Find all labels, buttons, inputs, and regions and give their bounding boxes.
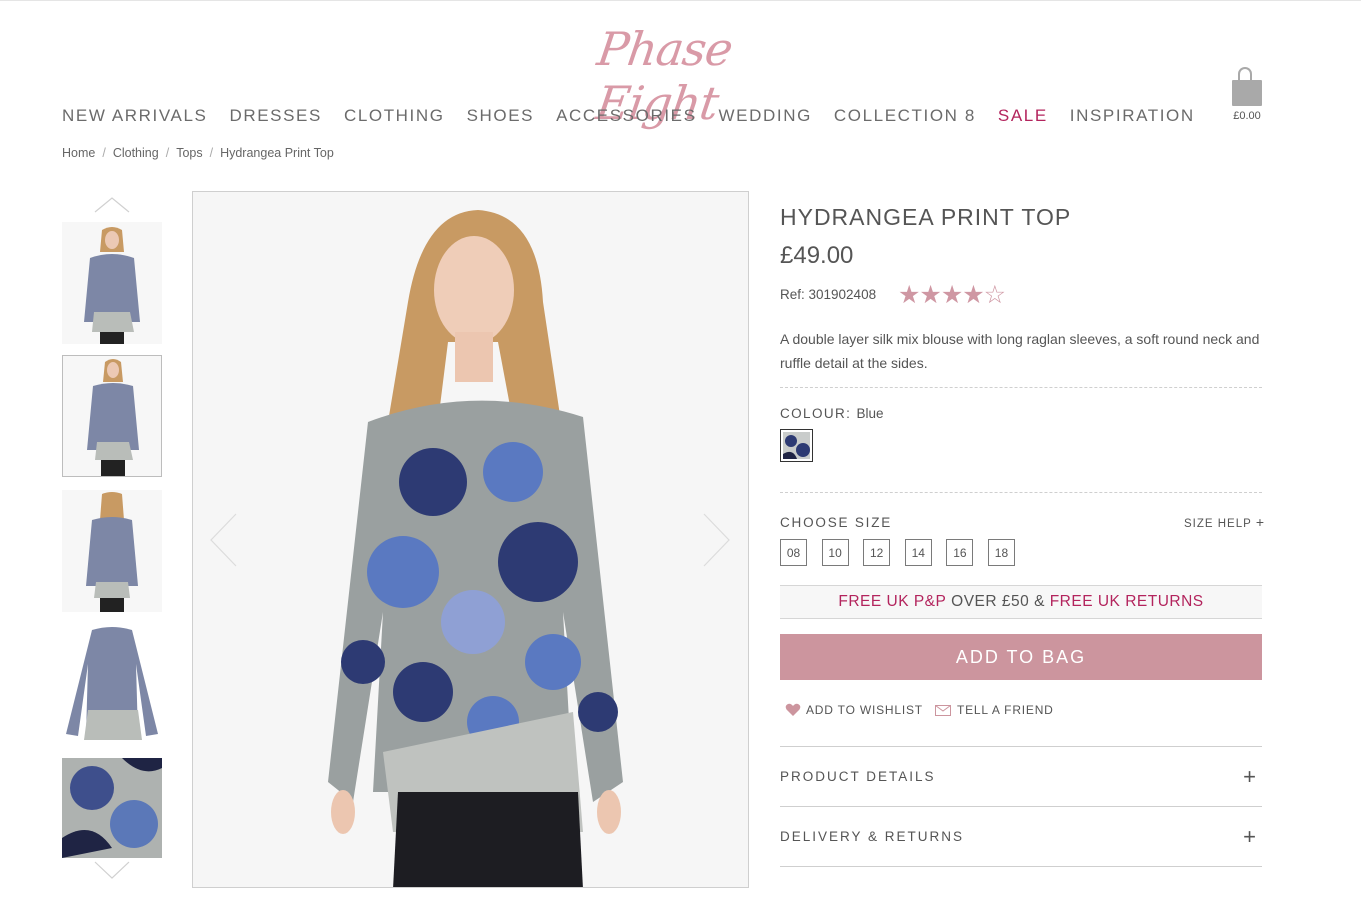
divider	[780, 492, 1262, 493]
nav-new-arrivals[interactable]: NEW ARRIVALS	[62, 106, 207, 126]
add-to-bag-button[interactable]: ADD TO BAG	[780, 634, 1262, 680]
colour-value: Blue	[856, 406, 884, 421]
size-help-label: SIZE HELP	[1184, 518, 1252, 530]
product-ref: Ref: 301902408	[780, 287, 877, 302]
nav-shoes[interactable]: SHOES	[467, 106, 535, 126]
product-description: A double layer silk mix blouse with long…	[780, 331, 1260, 371]
thumbnail-detail[interactable]	[62, 758, 162, 858]
thumbnail-image	[63, 356, 161, 476]
thumbnail-image	[62, 758, 162, 858]
tell-a-friend-label: TELL A FRIEND	[957, 703, 1054, 717]
accordion-label: DELIVERY & RETURNS	[780, 829, 965, 844]
accordion-delivery-returns[interactable]: DELIVERY & RETURNS +	[780, 806, 1262, 866]
breadcrumb-home[interactable]: Home	[62, 146, 95, 160]
thumbnail-flat[interactable]	[62, 624, 162, 746]
breadcrumb-clothing[interactable]: Clothing	[113, 146, 159, 160]
divider	[780, 866, 1262, 867]
promo-over: OVER £50 &	[946, 593, 1050, 610]
rating-stars[interactable]: ★★★★☆	[898, 280, 1006, 310]
thumbnail-front-full[interactable]	[62, 355, 162, 477]
size-option[interactable]: 08	[780, 539, 807, 566]
colour-label-row: COLOUR: Blue	[780, 406, 884, 421]
envelope-icon	[935, 704, 951, 716]
plus-icon: +	[1243, 823, 1256, 849]
nav-accessories[interactable]: ACCESSORIES	[556, 106, 696, 126]
product-title: HYDRANGEA PRINT TOP	[780, 204, 1072, 230]
thumbnail-front[interactable]	[62, 222, 162, 344]
chevron-up-icon[interactable]	[93, 196, 131, 214]
tell-a-friend-link[interactable]: TELL A FRIEND	[935, 703, 1054, 717]
nav-dresses[interactable]: DRESSES	[229, 106, 321, 126]
plus-icon: +	[1243, 763, 1256, 789]
promo-free-pp: FREE UK P&P	[838, 593, 947, 610]
main-product-image[interactable]	[192, 191, 749, 888]
nav-inspiration[interactable]: INSPIRATION	[1070, 106, 1195, 126]
breadcrumb-current: Hydrangea Print Top	[220, 146, 334, 160]
breadcrumb: Home / Clothing / Tops / Hydrangea Print…	[62, 146, 334, 160]
wishlist-label: ADD TO WISHLIST	[806, 703, 923, 717]
brand-logo[interactable]: Phase Eight	[530, 16, 792, 130]
shopping-bag[interactable]: £0.00	[1230, 67, 1264, 122]
chevron-down-icon[interactable]	[93, 860, 131, 880]
delivery-promo-banner: FREE UK P&P OVER £50 & FREE UK RETURNS	[780, 585, 1262, 619]
shopping-bag-icon	[1232, 67, 1262, 106]
thumbnail-image	[62, 490, 162, 612]
thumbnail-back[interactable]	[62, 490, 162, 612]
thumbnail-image	[62, 624, 162, 746]
heart-icon	[785, 703, 801, 716]
product-photo	[193, 192, 748, 887]
size-option[interactable]: 14	[904, 539, 932, 566]
colour-swatch-blue[interactable]	[780, 429, 813, 462]
swatch-pattern	[783, 432, 810, 459]
product-price: £49.00	[780, 242, 854, 269]
thumbnail-image	[62, 222, 162, 344]
top-border	[0, 0, 1361, 1]
size-option[interactable]: 12	[863, 539, 891, 566]
size-option[interactable]: 10	[821, 539, 849, 566]
size-help-link[interactable]: SIZE HELP +	[1184, 514, 1265, 530]
promo-free-returns: FREE UK RETURNS	[1049, 593, 1204, 610]
size-option[interactable]: 16	[946, 539, 974, 566]
divider	[780, 387, 1262, 388]
chevron-left-icon[interactable]	[208, 512, 238, 568]
size-selector: 08 10 12 14 16 18	[780, 539, 1030, 566]
nav-sale[interactable]: SALE	[998, 106, 1048, 126]
main-navigation: NEW ARRIVALS DRESSES CLOTHING SHOES ACCE…	[62, 106, 1217, 126]
size-option[interactable]: 18	[987, 539, 1015, 566]
bag-total: £0.00	[1233, 110, 1261, 122]
accordion-product-details[interactable]: PRODUCT DETAILS +	[780, 746, 1262, 806]
nav-clothing[interactable]: CLOTHING	[344, 106, 445, 126]
nav-wedding[interactable]: WEDDING	[719, 106, 812, 126]
breadcrumb-tops[interactable]: Tops	[176, 146, 202, 160]
chevron-right-icon[interactable]	[702, 512, 732, 568]
plus-icon: +	[1255, 514, 1265, 530]
accordion-label: PRODUCT DETAILS	[780, 769, 936, 784]
size-label: CHOOSE SIZE	[780, 515, 893, 530]
colour-label: COLOUR:	[780, 406, 852, 421]
add-to-wishlist-link[interactable]: ADD TO WISHLIST	[785, 703, 923, 717]
nav-collection-8[interactable]: COLLECTION 8	[834, 106, 976, 126]
